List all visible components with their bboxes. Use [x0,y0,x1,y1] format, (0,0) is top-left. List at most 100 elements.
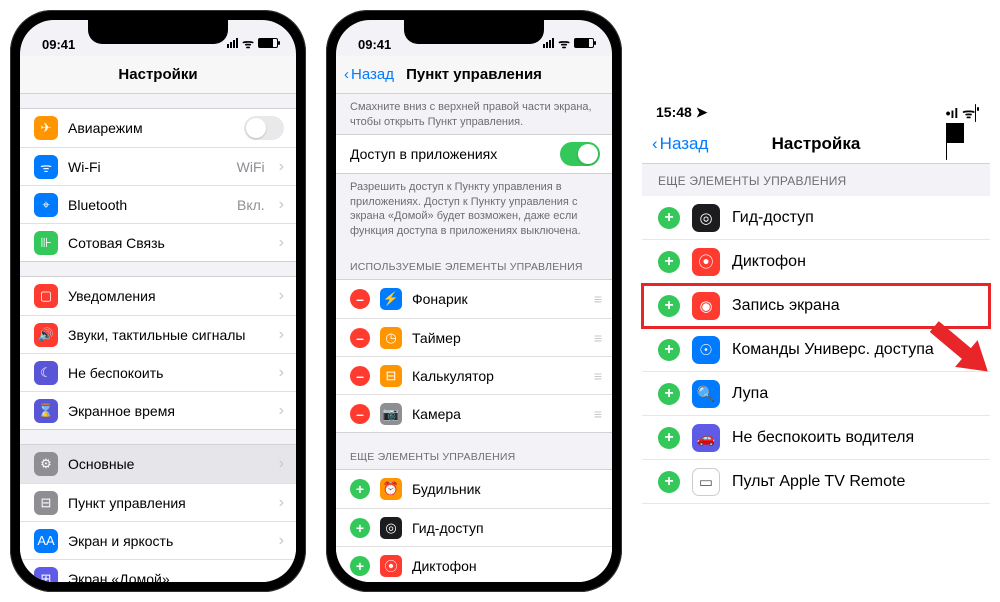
calc-icon: ⊟ [380,365,402,387]
row-label: Калькулятор [412,368,584,384]
nav-bar: ‹ Назад Настройка [642,124,990,164]
guide-icon: ◎ [380,517,402,539]
settings-row[interactable]: ⊪ Сотовая Связь › [20,223,296,261]
more-control-row[interactable]: + ⏰ Будильник [336,470,612,508]
settings-row[interactable]: ᯤ Wi-Fi WiFi› [20,147,296,185]
phone-settings: 09:41 ᯤ Настройки ✈ Авиарежим ᯤ Wi-Fi Wi… [10,10,306,592]
remote-icon: ▭ [692,468,720,496]
guide-icon: ◎ [692,204,720,232]
wifi-icon: ᯤ [962,105,975,121]
airplane-icon: ✈ [34,116,58,140]
row-label: Диктофон [412,558,600,574]
chevron-right-icon: › [279,234,284,252]
cell-icon: ⊪ [34,231,58,255]
row-label: Не беспокоить водителя [732,429,914,447]
header-more: ЕЩЕ ЭЛЕМЕНТЫ УПРАВЛЕНИЯ [642,164,990,196]
row-value: WiFi [237,159,265,175]
add-button[interactable]: + [658,383,680,405]
back-button[interactable]: ‹ Назад [652,134,708,154]
settings-row[interactable]: ☾ Не беспокоить › [20,353,296,391]
row-label: Команды Универс. доступа [732,341,934,359]
more-control-row[interactable]: + 🚗 Не беспокоить водителя [642,416,990,460]
camera-icon: 📷 [380,403,402,425]
more-control-row[interactable]: + ☉ Команды Универс. доступа [642,328,990,372]
more-control-row[interactable]: + ◎ Гид-доступ [336,508,612,546]
more-control-row[interactable]: + ◉ Запись экрана [642,284,990,328]
add-button[interactable]: + [658,207,680,229]
toggle[interactable] [244,116,284,140]
settings-row[interactable]: ⚙ Основные › [20,445,296,483]
remove-button[interactable]: – [350,328,370,348]
access-label: Доступ в приложениях [350,146,550,162]
row-label: Камера [412,406,584,422]
record-icon: ◉ [692,292,720,320]
settings-row[interactable]: 🔊 Звуки, тактильные сигналы › [20,315,296,353]
alarm-icon: ⏰ [380,478,402,500]
more-control-row[interactable]: + ◎ Гид-доступ [642,196,990,240]
page-title: Настройки [20,66,296,83]
add-button[interactable]: + [350,518,370,538]
signal-icon [227,38,238,48]
more-control-row[interactable]: + ⦿ Диктофон [336,546,612,582]
used-control-row[interactable]: – ◷ Таймер ≡ [336,318,612,356]
settings-row[interactable]: ⌖ Bluetooth Вкл.› [20,185,296,223]
chevron-right-icon: › [279,402,284,420]
used-control-row[interactable]: – 📷 Камера ≡ [336,394,612,432]
remove-button[interactable]: – [350,404,370,424]
row-label: Сотовая Связь [68,235,265,251]
settings-row[interactable]: ⌛ Экранное время › [20,391,296,429]
wifi-icon: ᯤ [34,155,58,179]
row-label: Основные [68,456,265,472]
row-label: Пункт управления [68,495,265,511]
row-label: Гид-доступ [732,209,814,227]
dnd-icon: ☾ [34,361,58,385]
timer-icon: ◷ [380,327,402,349]
nav-bar: ‹ Назад Пункт управления [336,56,612,94]
drag-handle-icon[interactable]: ≡ [594,368,600,384]
chevron-right-icon: › [279,287,284,305]
notch [404,20,544,44]
more-control-row[interactable]: + 🔍 Лупа [642,372,990,416]
add-button[interactable]: + [658,295,680,317]
gear-icon: ⚙ [34,452,58,476]
settings-row[interactable]: ⊟ Пункт управления › [20,483,296,521]
add-button[interactable]: + [350,556,370,576]
phone-control-center: 09:41 ᯤ ‹ Назад Пункт управления Смахнит… [326,10,622,592]
drag-handle-icon[interactable]: ≡ [594,406,600,422]
back-button[interactable]: ‹ Назад [344,66,394,83]
settings-row[interactable]: AA Экран и яркость › [20,521,296,559]
row-label: Диктофон [732,253,806,271]
bt-icon: ⌖ [34,193,58,217]
drag-handle-icon[interactable]: ≡ [594,330,600,346]
used-control-row[interactable]: – ⊟ Калькулятор ≡ [336,356,612,394]
access-in-apps-row[interactable]: Доступ в приложениях [336,135,612,173]
settings-row[interactable]: ✈ Авиарежим [20,109,296,147]
mag-icon: 🔍 [692,380,720,408]
add-button[interactable]: + [658,339,680,361]
back-label: Назад [660,134,709,154]
more-control-row[interactable]: + ▭ Пульт Apple TV Remote [642,460,990,504]
row-label: Авиарежим [68,120,234,136]
settings-row[interactable]: ⊞ Экран «Домой» › [20,559,296,582]
flash-icon: ⚡ [380,288,402,310]
remove-button[interactable]: – [350,366,370,386]
nav-bar: Настройки [20,56,296,94]
status-time: 09:41 [42,37,75,52]
settings-row[interactable]: ▢ Уведомления › [20,277,296,315]
add-button[interactable]: + [658,427,680,449]
more-control-row[interactable]: + ⦿ Диктофон [642,240,990,284]
remove-button[interactable]: – [350,289,370,309]
chevron-right-icon: › [279,326,284,344]
add-button[interactable]: + [658,471,680,493]
row-label: Пульт Apple TV Remote [732,473,905,491]
add-button[interactable]: + [658,251,680,273]
row-value: Вкл. [237,197,265,213]
used-control-row[interactable]: – ⚡ Фонарик ≡ [336,280,612,318]
add-button[interactable]: + [350,479,370,499]
drag-handle-icon[interactable]: ≡ [594,291,600,307]
header-more: ЕЩЕ ЭЛЕМЕНТЫ УПРАВЛЕНИЯ [336,447,612,469]
row-label: Фонарик [412,291,584,307]
status-time: 09:41 [358,37,391,52]
row-label: Таймер [412,330,584,346]
access-toggle[interactable] [560,142,600,166]
